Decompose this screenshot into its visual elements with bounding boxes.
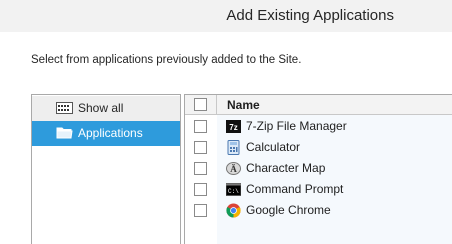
app-name: Command Prompt [246,182,344,196]
table-row[interactable]: Ä Character Map [185,158,452,179]
category-show-all[interactable]: Show all [32,96,180,121]
folder-icon [56,127,73,139]
chrome-icon [226,203,241,218]
list-icon [56,102,73,114]
command-prompt-icon: C:\ [226,183,241,196]
svg-text:C:\: C:\ [228,188,239,195]
app-name: Calculator [246,140,301,154]
7zip-icon: 7z [226,120,241,133]
table-row[interactable]: Google Chrome [185,200,452,221]
instructions-text: Select from applications previously adde… [31,54,302,66]
svg-text:Ä: Ä [230,164,237,174]
category-panel: Show all Applications [31,94,181,244]
character-map-icon: Ä [226,162,241,175]
dialog-titlebar: Add Existing Applications [0,0,452,32]
grid-header: Name [185,95,452,115]
category-label: Show all [78,101,124,115]
app-name: 7-Zip File Manager [246,119,347,133]
svg-text:7z: 7z [229,123,237,132]
column-header-name[interactable]: Name [227,98,260,112]
select-all-cell [185,95,217,114]
select-all-checkbox[interactable] [194,98,207,111]
table-row[interactable]: Calculator [185,137,452,158]
row-checkbox[interactable] [194,204,207,217]
app-name: Character Map [246,161,326,175]
row-checkbox[interactable] [194,120,207,133]
dialog-title: Add Existing Applications [226,7,394,24]
row-checkbox[interactable] [194,141,207,154]
category-label: Applications [78,126,143,140]
category-applications[interactable]: Applications [32,121,180,146]
application-grid: Name 7z 7-Zip File Manager Calculator Ä … [184,94,452,244]
app-name: Google Chrome [246,203,331,217]
table-row[interactable]: 7z 7-Zip File Manager [185,116,452,137]
row-checkbox[interactable] [194,162,207,175]
row-checkbox[interactable] [194,183,207,196]
table-row[interactable]: C:\ Command Prompt [185,179,452,200]
calculator-icon [227,140,240,155]
